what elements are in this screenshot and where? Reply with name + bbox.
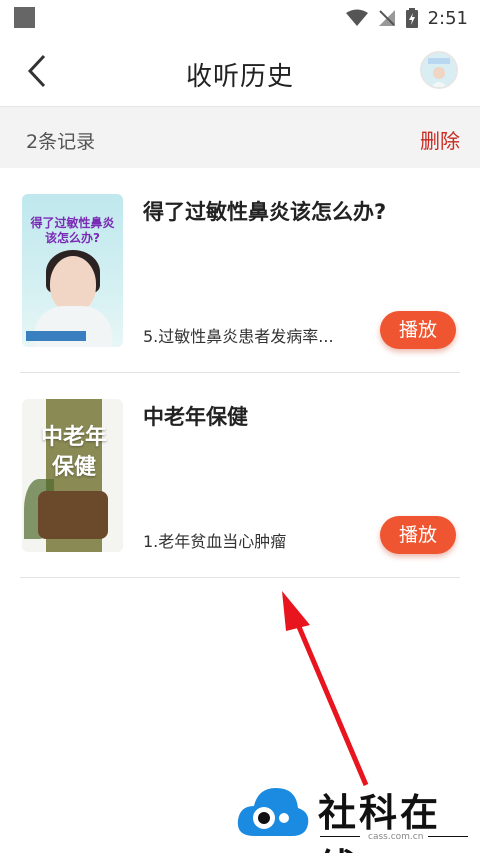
list-item[interactable]: 得了过敏性鼻炎该怎么办? 得了过敏性鼻炎该怎么办? 5.过敏性鼻炎患者发病率..… — [20, 168, 460, 373]
avatar-image — [422, 53, 456, 87]
cover-herbs — [38, 491, 108, 539]
cover-tag — [26, 331, 86, 341]
cover-image: 得了过敏性鼻炎该怎么办? — [22, 194, 123, 347]
status-time: 2:51 — [427, 7, 468, 29]
record-count: 2条记录 — [26, 131, 96, 153]
cloud-logo-icon — [237, 788, 309, 836]
wifi-icon — [345, 9, 368, 26]
avatar[interactable] — [420, 51, 458, 89]
delete-button[interactable]: 删除 — [420, 125, 460, 154]
item-subtitle: 5.过敏性鼻炎患者发病率... — [143, 327, 334, 346]
cover-face — [50, 256, 96, 312]
item-title: 中老年保健 — [143, 405, 248, 429]
watermark-brand: 社科在线 — [318, 791, 442, 853]
cover-image: 中老年 保健 — [22, 399, 123, 552]
watermark-divider — [428, 836, 468, 837]
list-item[interactable]: 中老年 保健 中老年保健 1.老年贫血当心肿瘤 播放 — [20, 373, 460, 578]
page-title: 收听历史 — [185, 62, 294, 92]
battery-icon — [405, 8, 418, 28]
notification-icon — [14, 7, 35, 28]
no-signal-icon — [378, 10, 395, 26]
cover-title-line2: 保健 — [51, 455, 96, 480]
record-bar: 2条记录 删除 — [0, 106, 480, 168]
status-bar: 2:51 — [0, 0, 480, 36]
app-header: 收听历史 — [0, 36, 480, 106]
watermark-url: cass.com.cn — [368, 832, 424, 842]
cover-title: 得了过敏性鼻炎该怎么办? — [30, 216, 115, 245]
status-icons: 2:51 — [345, 4, 468, 32]
watermark-divider — [320, 836, 360, 837]
cover-title-line1: 中老年 — [40, 425, 107, 450]
item-title: 得了过敏性鼻炎该怎么办? — [143, 200, 387, 224]
play-button[interactable]: 播放 — [380, 311, 456, 349]
item-subtitle: 1.老年贫血当心肿瘤 — [143, 532, 287, 551]
annotation-arrow — [282, 591, 369, 786]
play-button[interactable]: 播放 — [380, 516, 456, 554]
watermark: 社科在线 cass.com.cn — [228, 774, 480, 853]
